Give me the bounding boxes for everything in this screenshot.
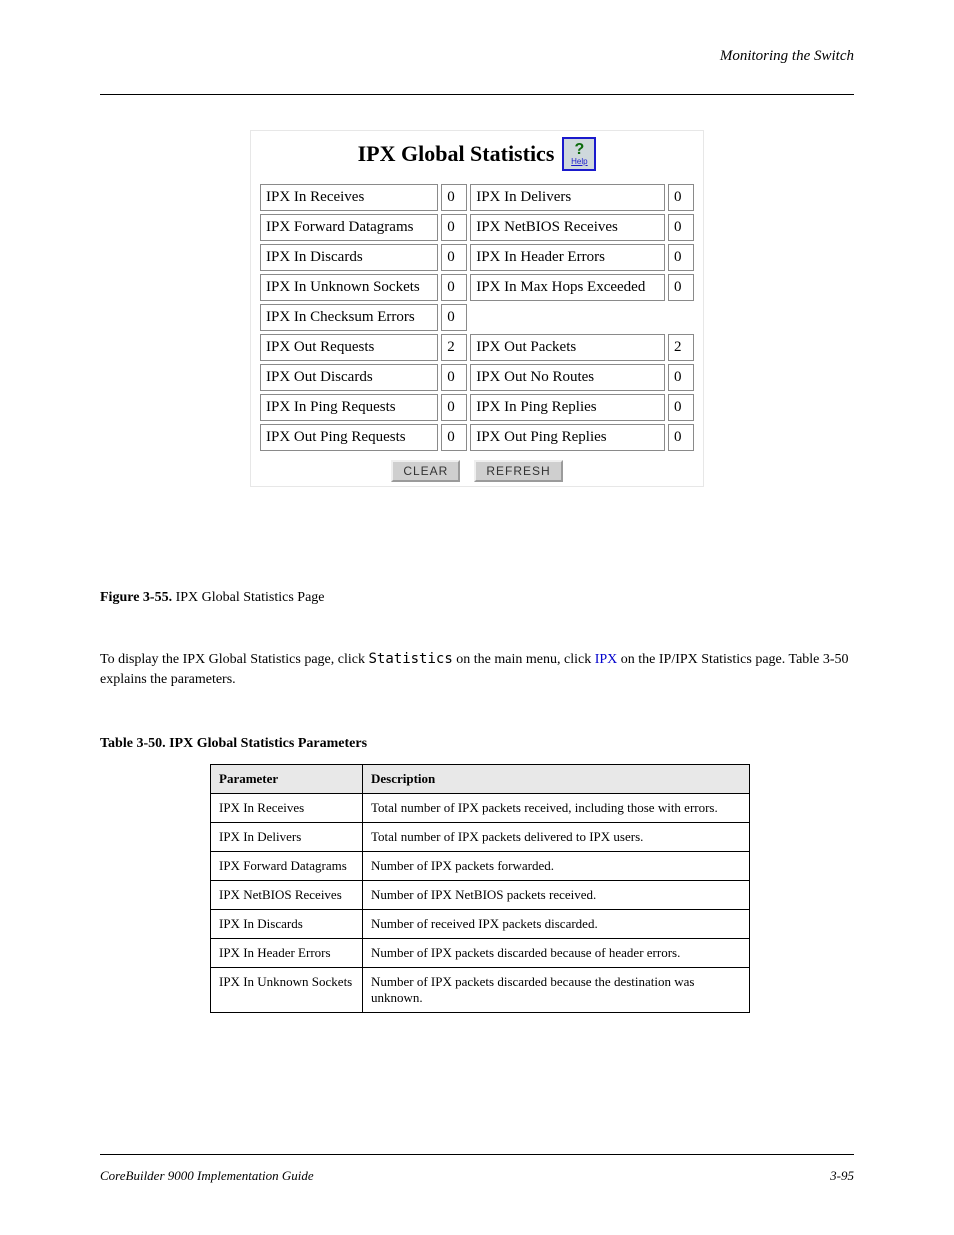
- table-row: IPX In Discards 0 IPX In Header Errors 0: [260, 244, 694, 271]
- stat-label: IPX Out No Routes: [470, 364, 665, 391]
- stat-label: IPX In Receives: [260, 184, 438, 211]
- stat-label: IPX Forward Datagrams: [260, 214, 438, 241]
- intro-paragraph: To display the IPX Global Statistics pag…: [100, 650, 854, 689]
- stat-label: IPX Out Packets: [470, 334, 665, 361]
- footer-right: 3-95: [830, 1168, 854, 1184]
- description-table: Parameter Description IPX In ReceivesTot…: [210, 764, 750, 1013]
- table-row: IPX In Receives 0 IPX In Delivers 0: [260, 184, 694, 211]
- ipx-link[interactable]: IPX: [595, 652, 618, 667]
- table-row: IPX NetBIOS ReceivesNumber of IPX NetBIO…: [211, 881, 750, 910]
- stat-value: 0: [668, 184, 694, 211]
- stat-label: IPX In Checksum Errors: [260, 304, 438, 331]
- footer-left: CoreBuilder 9000 Implementation Guide: [100, 1168, 314, 1184]
- stat-label: IPX In Ping Replies: [470, 394, 665, 421]
- table-row: IPX In Checksum Errors 0: [260, 304, 694, 331]
- figure-ipx-global-statistics: IPX Global Statistics ? Help IPX In Rece…: [0, 130, 954, 487]
- table-title: Table 3-50. IPX Global Statistics Parame…: [100, 736, 367, 752]
- table-row: IPX Forward Datagrams 0 IPX NetBIOS Rece…: [260, 214, 694, 241]
- stat-value: 0: [668, 244, 694, 271]
- table-row: IPX In DeliversTotal number of IPX packe…: [211, 823, 750, 852]
- stat-label: IPX In Header Errors: [470, 244, 665, 271]
- stat-value: 0: [441, 304, 467, 331]
- stat-value: 0: [668, 394, 694, 421]
- table-row: IPX In Ping Requests 0 IPX In Ping Repli…: [260, 394, 694, 421]
- table-row: IPX Out Requests 2 IPX Out Packets 2: [260, 334, 694, 361]
- table-row: IPX Out Ping Requests 0 IPX Out Ping Rep…: [260, 424, 694, 451]
- stat-label: IPX Out Ping Requests: [260, 424, 438, 451]
- clear-button[interactable]: CLEAR: [391, 460, 460, 482]
- stat-value: 0: [668, 214, 694, 241]
- stat-value: 0: [441, 364, 467, 391]
- stat-label: IPX Out Requests: [260, 334, 438, 361]
- col-description: Description: [363, 765, 750, 794]
- figure-title: IPX Global Statistics: [358, 141, 555, 167]
- stat-label: IPX In Delivers: [470, 184, 665, 211]
- rule-bottom: [100, 1154, 854, 1155]
- stat-label: IPX In Unknown Sockets: [260, 274, 438, 301]
- stat-value: 0: [441, 184, 467, 211]
- stat-label: IPX Out Ping Replies: [470, 424, 665, 451]
- stats-table: IPX In Receives 0 IPX In Delivers 0 IPX …: [257, 181, 697, 454]
- stat-value: 0: [441, 424, 467, 451]
- stat-label: IPX In Discards: [260, 244, 438, 271]
- stat-value: 0: [441, 274, 467, 301]
- rule-top: [100, 94, 854, 95]
- stat-label: IPX In Ping Requests: [260, 394, 438, 421]
- stat-value: 2: [668, 334, 694, 361]
- refresh-button[interactable]: REFRESH: [474, 460, 562, 482]
- table-row: IPX In ReceivesTotal number of IPX packe…: [211, 794, 750, 823]
- stat-value: 0: [441, 244, 467, 271]
- col-parameter: Parameter: [211, 765, 363, 794]
- help-icon[interactable]: ? Help: [562, 137, 596, 171]
- table-row: IPX Forward DatagramsNumber of IPX packe…: [211, 852, 750, 881]
- table-row: IPX In DiscardsNumber of received IPX pa…: [211, 910, 750, 939]
- figure-caption: Figure 3-55. IPX Global Statistics Page: [100, 590, 325, 606]
- stat-label: IPX In Max Hops Exceeded: [470, 274, 665, 301]
- section-header: Monitoring the Switch: [720, 48, 854, 65]
- stat-value: 0: [441, 214, 467, 241]
- stat-value: 0: [668, 274, 694, 301]
- table-row: IPX In Header ErrorsNumber of IPX packet…: [211, 939, 750, 968]
- table-row: IPX Out Discards 0 IPX Out No Routes 0: [260, 364, 694, 391]
- stat-value: 0: [441, 394, 467, 421]
- stat-value: 2: [441, 334, 467, 361]
- table-row: IPX In Unknown Sockets 0 IPX In Max Hops…: [260, 274, 694, 301]
- stat-label: IPX Out Discards: [260, 364, 438, 391]
- stat-value: 0: [668, 364, 694, 391]
- stat-label: IPX NetBIOS Receives: [470, 214, 665, 241]
- stat-value: 0: [668, 424, 694, 451]
- table-row: IPX In Unknown SocketsNumber of IPX pack…: [211, 968, 750, 1013]
